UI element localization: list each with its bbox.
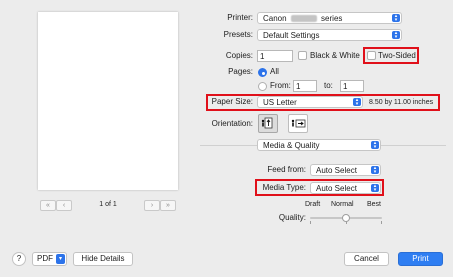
slider-tick	[381, 221, 382, 224]
print-button[interactable]: Print	[398, 252, 443, 266]
slider-tick	[310, 221, 311, 224]
paper-size-label: Paper Size:	[211, 97, 253, 106]
quality-normal-label: Normal	[331, 201, 354, 208]
two-sided-label: Two-Sided	[378, 51, 416, 60]
feed-from-value: Auto Select	[316, 166, 357, 175]
chevron-updown-icon: ▴ ▾	[392, 31, 400, 40]
chevron-updown-icon: ▴ ▾	[371, 166, 379, 175]
pages-from-label: From:	[270, 81, 291, 90]
chevron-updown-icon: ▴ ▾	[353, 98, 361, 107]
slider-thumb[interactable]	[342, 214, 350, 222]
redacted-printer-model	[290, 15, 317, 23]
pdf-label: PDF	[37, 254, 53, 263]
pages-from-field[interactable]: 1	[293, 80, 317, 92]
pdf-menu-button[interactable]: PDF ▾	[32, 252, 67, 266]
feed-from-popup[interactable]: Auto Select ▴ ▾	[310, 164, 381, 176]
presets-label: Presets:	[223, 30, 253, 39]
chevron-updown-icon: ▴ ▾	[371, 184, 379, 193]
copies-field[interactable]: 1	[257, 50, 293, 62]
page-indicator: 1 of 1	[99, 201, 117, 208]
presets-popup[interactable]: Default Settings ▴ ▾	[257, 29, 402, 41]
first-page-button[interactable]: «	[40, 200, 56, 211]
printer-name-suffix: series	[321, 14, 343, 23]
quality-best-label: Best	[367, 201, 382, 208]
hide-details-button[interactable]: Hide Details	[73, 252, 133, 266]
paper-size-value: US Letter	[263, 98, 297, 107]
paper-size-popup[interactable]: US Letter ▴ ▾	[257, 96, 363, 108]
pages-from-radio[interactable]	[258, 82, 267, 91]
quality-label: Quality:	[278, 213, 306, 222]
printer-popup[interactable]: Canon series ▴ ▾	[257, 12, 402, 24]
media-type-value: Auto Select	[316, 184, 357, 193]
prev-page-button[interactable]: ‹	[56, 200, 72, 211]
pages-to-label: to:	[324, 81, 333, 90]
chevron-down-icon: ▾	[56, 254, 65, 264]
black-white-checkbox[interactable]	[298, 51, 307, 60]
printer-name-prefix: Canon	[263, 14, 287, 23]
quality-slider[interactable]	[310, 212, 382, 224]
black-white-label: Black & White	[310, 51, 360, 60]
quality-draft-label: Draft	[305, 201, 321, 208]
portrait-icon	[261, 117, 273, 129]
panel-value: Media & Quality	[263, 141, 320, 150]
pages-all-label: All	[270, 67, 279, 76]
landscape-icon	[291, 119, 306, 128]
page-navigation: « ‹ 1 of 1 › »	[40, 200, 176, 211]
paper-dimensions: 8.50 by 11.00 inches	[369, 99, 434, 106]
media-type-popup[interactable]: Auto Select ▴ ▾	[310, 182, 381, 194]
feed-from-label: Feed from:	[267, 165, 306, 174]
last-page-button[interactable]: »	[160, 200, 176, 211]
two-sided-checkbox[interactable]	[367, 51, 376, 60]
chevron-updown-icon: ▴ ▾	[371, 141, 379, 150]
pages-label: Pages:	[228, 67, 253, 76]
orientation-label: Orientation:	[211, 119, 253, 128]
copies-label: Copies:	[225, 51, 253, 60]
landscape-orientation-button[interactable]	[288, 114, 308, 133]
chevron-updown-icon: ▴ ▾	[392, 14, 400, 23]
help-button[interactable]: ?	[12, 252, 26, 266]
page-preview	[38, 12, 178, 190]
pages-all-radio[interactable]	[258, 68, 267, 77]
next-page-button[interactable]: ›	[144, 200, 160, 211]
pages-to-field[interactable]: 1	[340, 80, 364, 92]
media-type-label: Media Type:	[262, 183, 306, 192]
presets-value: Default Settings	[263, 31, 320, 40]
portrait-orientation-button[interactable]	[258, 114, 278, 133]
printer-label: Printer:	[227, 13, 253, 22]
panel-popup[interactable]: Media & Quality ▴ ▾	[257, 139, 381, 151]
cancel-button[interactable]: Cancel	[344, 252, 389, 266]
